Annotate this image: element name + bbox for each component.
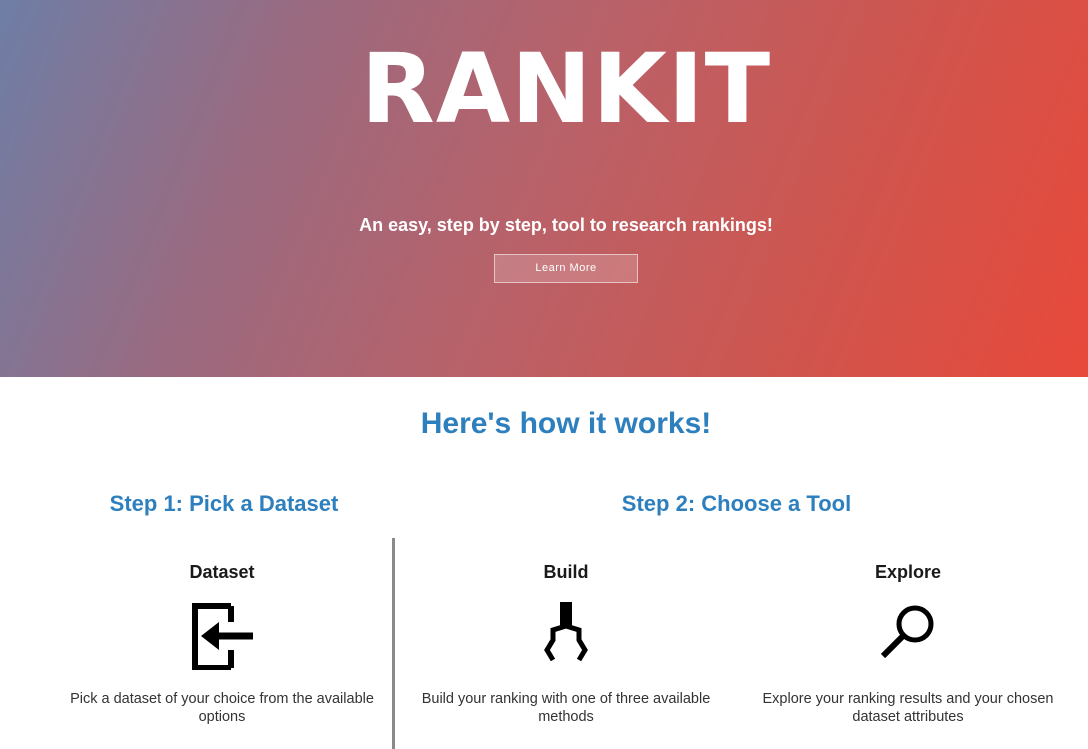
claw-icon[interactable] [531, 600, 601, 670]
step1-heading: Step 1: Pick a Dataset [109, 491, 339, 516]
explore-card-description: Explore your ranking results and your ch… [762, 691, 1054, 725]
dataset-card-description: Pick a dataset of your choice from the a… [70, 691, 374, 725]
magnifier-icon[interactable] [873, 600, 943, 670]
dataset-import-icon[interactable] [187, 600, 257, 670]
step2-heading: Step 2: Choose a Tool [621, 491, 852, 516]
dataset-card-title: Dataset [189, 562, 255, 582]
hero-subtitle: An easy, step by step, tool to research … [359, 215, 773, 235]
dataset-card[interactable]: Dataset Pick a dataset of your choice fr… [52, 560, 392, 726]
learn-more-button[interactable]: Learn More [494, 254, 638, 283]
hero-banner: RANKIT An easy, step by step, tool to re… [0, 0, 1088, 377]
build-card-title: Build [543, 562, 589, 582]
how-it-works-heading: Here's how it works! [420, 407, 712, 440]
step-divider [392, 538, 395, 749]
build-card[interactable]: Build Build your ranking with one of thr… [406, 560, 726, 726]
explore-card[interactable]: Explore Explore your ranking results and… [748, 560, 1068, 726]
explore-card-title: Explore [874, 562, 942, 582]
app-title: RANKIT [360, 33, 772, 145]
build-card-description: Build your ranking with one of three ava… [421, 691, 711, 725]
